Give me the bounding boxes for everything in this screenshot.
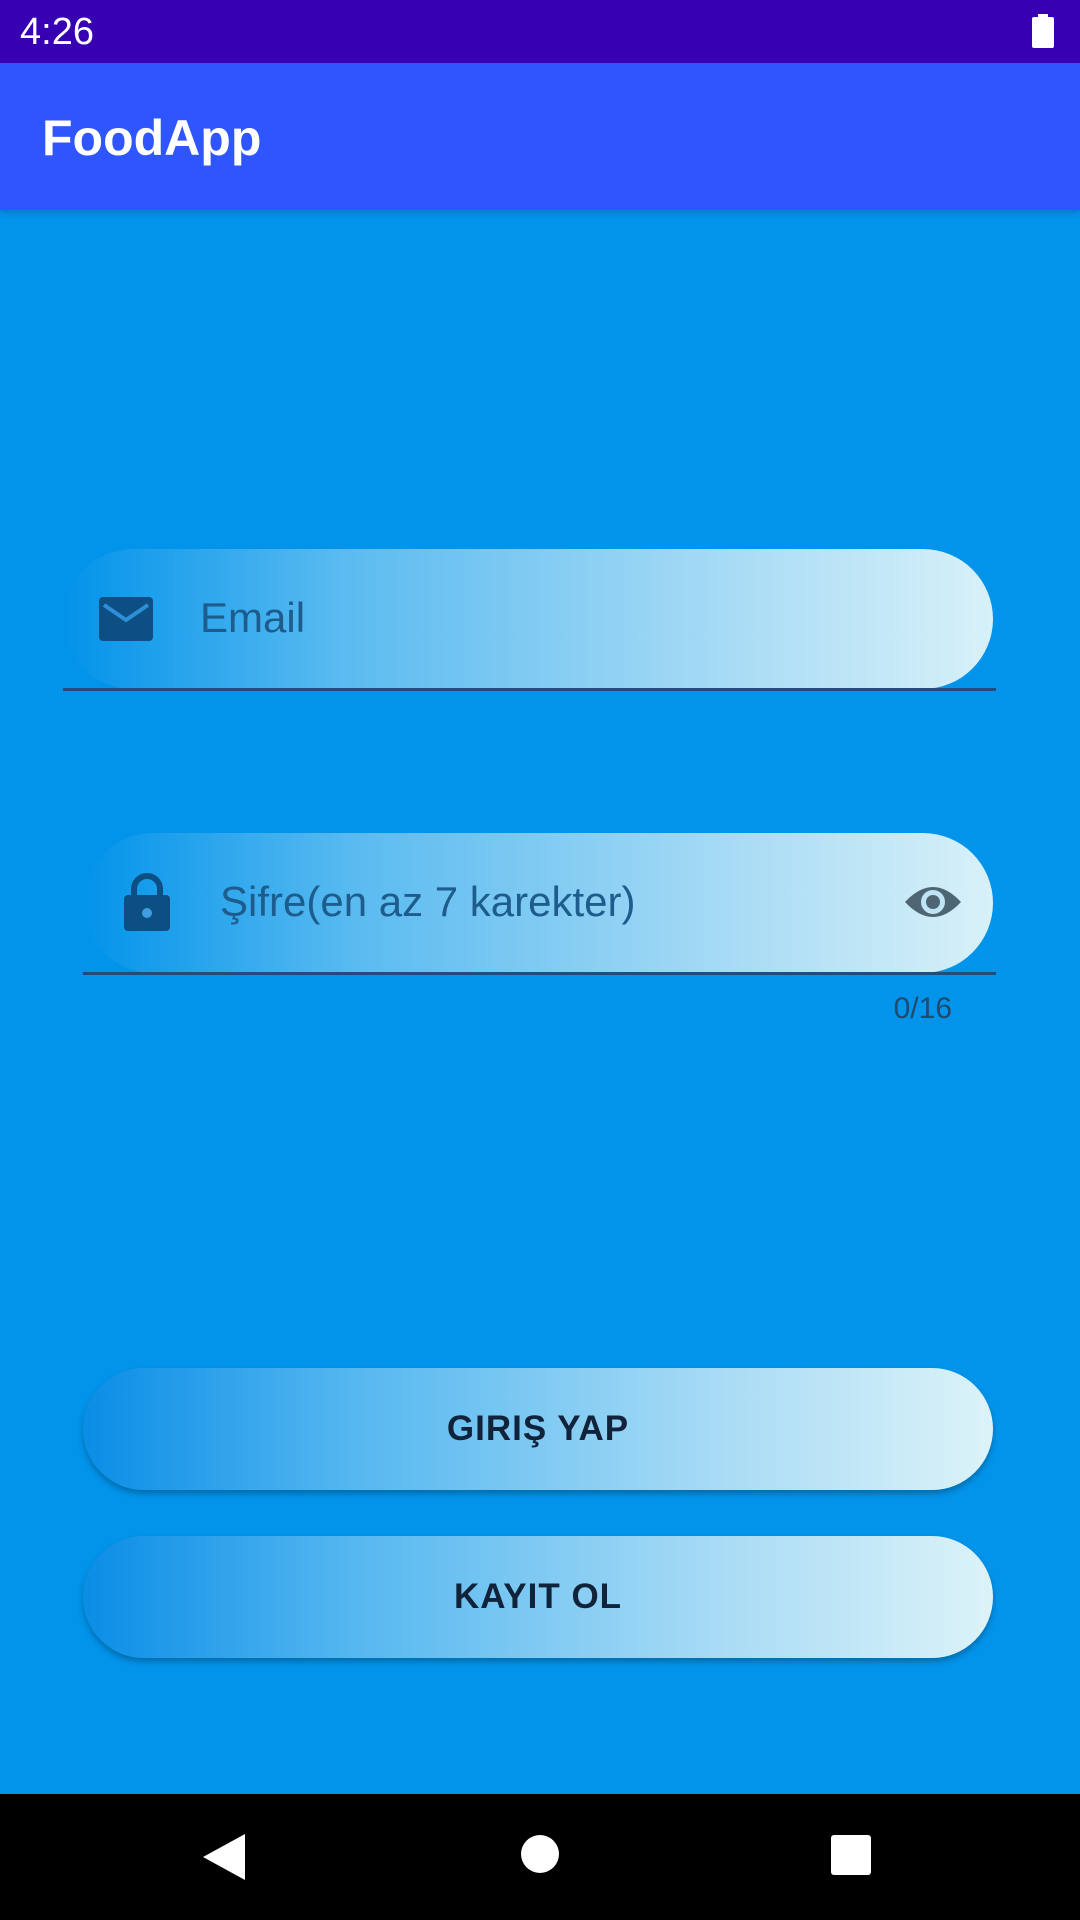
password-char-counter: 0/16: [893, 992, 952, 1025]
login-button[interactable]: GIRIŞ YAP: [83, 1368, 993, 1490]
mail-icon: [99, 597, 153, 641]
password-field-underline: [83, 972, 996, 975]
status-bar: 4:26: [0, 0, 1080, 63]
login-screen: 4:26 FoodApp Email Şifre(en az 7 karekte…: [0, 0, 1080, 1920]
system-nav-bar: [0, 1794, 1080, 1920]
recents-icon[interactable]: [831, 1835, 871, 1875]
password-placeholder: Şifre(en az 7 karekter): [220, 878, 636, 925]
eye-icon[interactable]: [903, 880, 963, 924]
status-time: 4:26: [20, 11, 94, 53]
lock-icon: [124, 873, 170, 931]
email-placeholder: Email: [200, 594, 306, 641]
email-field-underline: [63, 688, 996, 691]
register-button[interactable]: KAYIT OL: [83, 1536, 993, 1658]
app-bar: FoodApp: [0, 63, 1080, 210]
app-title: FoodApp: [42, 110, 262, 166]
battery-full-icon: [1032, 14, 1054, 48]
back-icon[interactable]: [203, 1834, 245, 1880]
home-icon[interactable]: [520, 1834, 560, 1874]
